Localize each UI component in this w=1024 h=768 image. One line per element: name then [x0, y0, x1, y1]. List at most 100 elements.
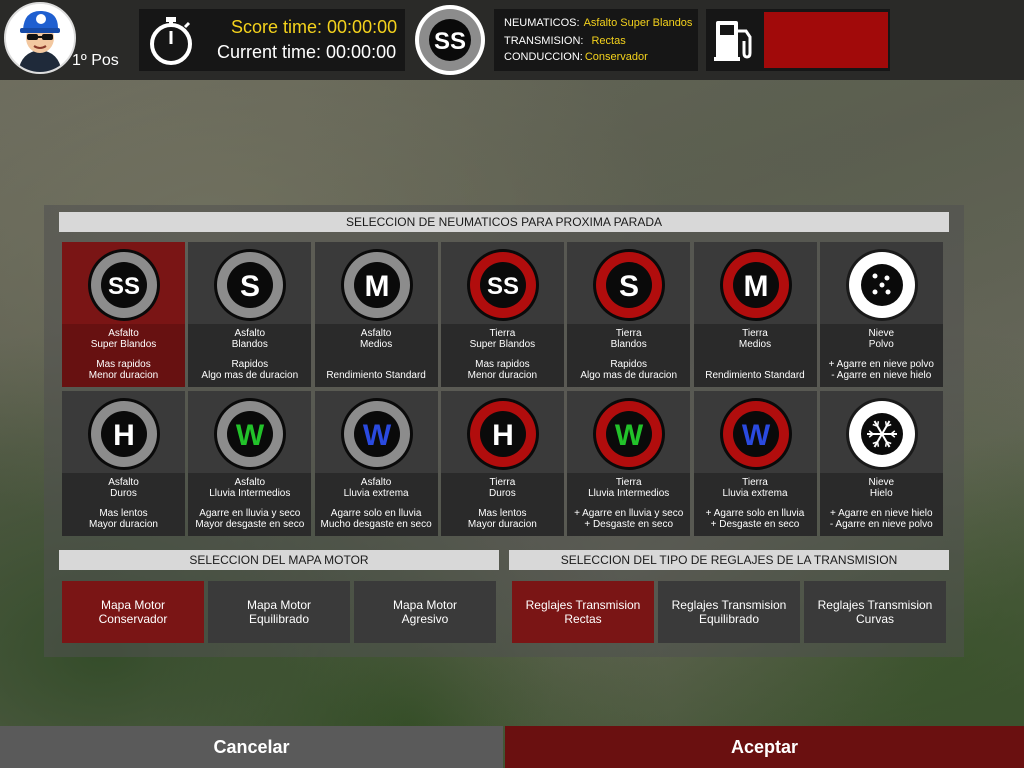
tire-desc-line1: Rapidos [231, 359, 269, 370]
accept-button[interactable]: Aceptar [505, 726, 1024, 768]
option-line1: Mapa Motor [100, 598, 165, 612]
tire-description: + Agarre en nieve hielo - Agarre en nieve… [820, 508, 943, 530]
engine-map-option-agresivo[interactable]: Mapa Motor Agresivo [354, 581, 496, 643]
score-time: Score time: 00:00:00 [231, 17, 398, 37]
tire-description: Rendimiento Standard [694, 359, 817, 381]
tire-desc-line2: Mayor desgaste en seco [195, 519, 305, 530]
tire-w-icon: W [719, 398, 792, 470]
tire-desc-line2: + Desgaste en seco [584, 519, 674, 530]
tire-description: Agarre en lluvia y seco Mayor desgaste en… [188, 508, 311, 530]
tire-desc-line2: Mucho desgaste en seco [320, 519, 432, 530]
tire-desc-line1: Mas rapidos [475, 359, 530, 370]
transmission-option-equilibrado[interactable]: Reglajes Transmision Equilibrado [658, 581, 800, 643]
tire-option-asfalto-blandos[interactable]: S Asfalto Blandos Rapidos Algo mas de duraci… [188, 242, 312, 387]
tire-name: Asfalto Super Blandos [62, 328, 185, 350]
tire-compound-name: Lluvia extrema [722, 488, 788, 499]
tire-compound-type: Asfalto [360, 328, 392, 339]
transmision-label: TRANSMISION: [504, 35, 584, 47]
tire-option-tierra-medios[interactable]: M Tierra Medios Rendimiento Standard [693, 242, 817, 387]
tire-option-nieve-polvo[interactable]: Nieve Polvo + Agarre en nieve polvo - Agarr… [819, 242, 943, 387]
tire-compound-name: Hielo [869, 488, 893, 499]
tire-name: Nieve Hielo [820, 477, 943, 499]
tire-compound-type: Nieve [868, 477, 895, 488]
tire-compound-name: Medios [738, 339, 772, 350]
engine-map-option-equilibrado[interactable]: Mapa Motor Equilibrado [208, 581, 350, 643]
tire-description: Mas rapidos Menor duracion [441, 359, 564, 381]
avatar [4, 2, 76, 74]
tire-description: + Agarre solo en lluvia + Desgaste en sec… [694, 508, 817, 530]
option-line1: Mapa Motor [392, 598, 458, 612]
transmission-option-label: Reglajes Transmision Equilibrado [672, 598, 787, 626]
engine-map-option-label: Mapa Motor Equilibrado [247, 598, 311, 626]
tire-h-icon: H [466, 398, 539, 470]
tire-w-icon: W [593, 398, 666, 470]
tire-desc-line2: Menor duracion [467, 370, 538, 381]
tire-ss-icon: SS [466, 249, 539, 321]
tire-option-tierra-lluvia-extrema[interactable]: W Tierra Lluvia extrema + Agarre solo en ll… [693, 391, 817, 536]
tire-s-icon: S [214, 249, 287, 321]
engine-map-option-conservador[interactable]: Mapa Motor Conservador [62, 581, 204, 643]
tire-code-label: H [113, 419, 135, 452]
current-tire-code: SS [434, 28, 466, 55]
tire-compound-name: Duros [110, 488, 137, 499]
tire-option-nieve-hielo[interactable]: Nieve Hielo + Agarre en nieve hielo - Agarr… [819, 391, 943, 536]
tire-desc-line2: Rendimiento Standard [705, 370, 805, 381]
tire-compound-name: Blandos [231, 339, 268, 350]
tire-option-asfalto-lluvia-extrema[interactable]: W Asfalto Lluvia extrema Agarre solo en llu… [314, 391, 438, 536]
option-line1: Reglajes Transmision [525, 598, 641, 612]
tire-desc-line1: + Agarre en lluvia y seco [574, 508, 684, 519]
option-line2: Rectas [564, 612, 602, 626]
tire-option-tierra-duros[interactable]: H Tierra Duros Mas lentos Mayor duracion [440, 391, 564, 536]
tire-s-icon: S [593, 249, 666, 321]
tire-compound-type: Tierra [489, 477, 516, 488]
current-tire-icon: SS [415, 5, 485, 75]
tire-code-label: S [240, 270, 260, 303]
tire-compound-type: Asfalto [360, 477, 392, 488]
tire-description: + Agarre en nieve polvo - Agarre en nieve… [820, 359, 943, 381]
tire-desc-line2: Menor duracion [88, 370, 159, 381]
tire-desc-line2: + Desgaste en seco [710, 519, 800, 530]
tire-compound-type: Asfalto [108, 477, 139, 488]
tire-code-label: S [619, 270, 639, 303]
tire-name: Tierra Duros [441, 477, 564, 499]
tire-compound-type: Nieve [868, 328, 895, 339]
neumaticos-value: Asfalto Super Blandos [583, 17, 693, 29]
tire-desc-line2: - Agarre en nieve hielo [831, 370, 932, 381]
tire-option-tierra-blandos[interactable]: S Tierra Blandos Rapidos Algo mas de duracio… [567, 242, 691, 387]
tire-compound-name: Polvo [868, 339, 894, 350]
option-line2: Equilibrado [248, 612, 310, 626]
fuel-level-bar [764, 12, 888, 68]
tire-compound-type: Asfalto [108, 328, 139, 339]
tire-option-asfalto-lluvia-intermedios[interactable]: W Asfalto Lluvia Intermedios Agarre en lluv… [188, 391, 312, 536]
option-line2: Agresivo [401, 612, 449, 626]
conduccion-value: Conservador [584, 51, 648, 63]
tire-option-tierra-lluvia-intermedios[interactable]: W Tierra Lluvia Intermedios + Agarre en llu… [567, 391, 691, 536]
engine-map-option-label: Mapa Motor Agresivo [393, 598, 457, 626]
tire-option-asfalto-medios[interactable]: M Asfalto Medios Rendimiento Standard [314, 242, 438, 387]
cancel-button[interactable]: Cancelar [0, 726, 503, 768]
tire-desc-line1: Mas lentos [478, 508, 527, 519]
option-line1: Reglajes Transmision [671, 598, 787, 612]
transmission-option-rectas[interactable]: Reglajes Transmision Rectas [512, 581, 654, 643]
info-transmision: TRANSMISION: Rectas [504, 35, 626, 47]
tire-desc-line2: Mayor duracion [467, 519, 537, 530]
transmission-option-curvas[interactable]: Reglajes Transmision Curvas [804, 581, 946, 643]
tire-compound-type: Tierra [615, 477, 642, 488]
tire-compound-name: Medios [359, 339, 393, 350]
race-position: 1º Pos [72, 52, 119, 69]
tire-option-asfalto-duros[interactable]: H Asfalto Duros Mas lentos Mayor duracion [62, 391, 185, 536]
info-conduccion: CONDUCCION: Conservador [504, 51, 648, 63]
tire-option-tierra-super-blandos[interactable]: SS Tierra Super Blandos Mas rapidos Menor du… [440, 242, 564, 387]
stopwatch-icon [150, 17, 192, 65]
tire-compound-type: Tierra [489, 328, 516, 339]
tire-code-label: M [743, 270, 768, 303]
tire-description: Mas rapidos Menor duracion [62, 359, 185, 381]
tire-name: Asfalto Blandos [188, 328, 311, 350]
tire-code-label: W [362, 419, 391, 452]
tire-code-label: SS [487, 273, 519, 300]
tire-description: Agarre solo en lluvia Mucho desgaste en s… [315, 508, 438, 530]
tire-compound-type: Tierra [742, 477, 768, 488]
tire-desc-line1 [315, 359, 438, 370]
tire-compound-name: Lluvia Intermedios [588, 488, 670, 499]
tire-option-asfalto-super-blandos[interactable]: SS Asfalto Super Blandos Mas rapidos Menor d… [62, 242, 185, 387]
